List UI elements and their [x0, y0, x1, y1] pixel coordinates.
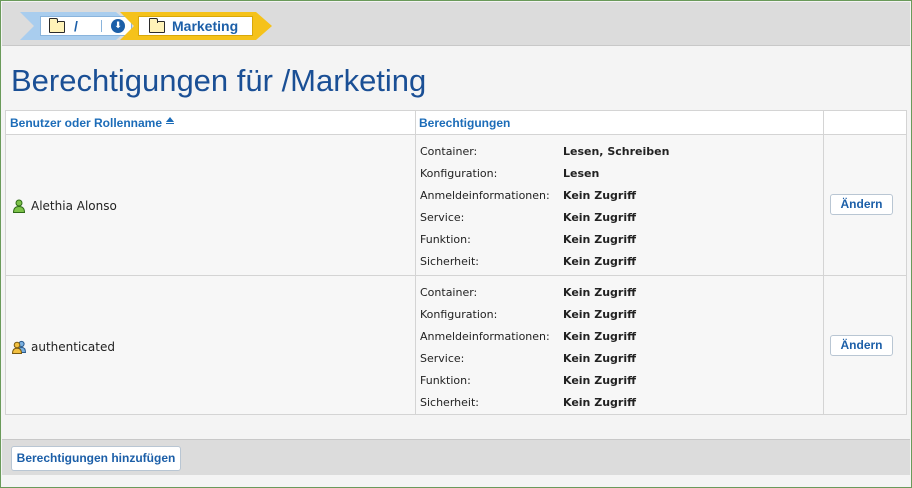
- permission-value: Kein Zugriff: [563, 352, 637, 365]
- permission-name: Service:: [420, 352, 465, 365]
- table-header: Benutzer oder Rollenname Berechtigungen: [6, 111, 906, 135]
- permission-value: Kein Zugriff: [563, 308, 637, 321]
- sort-asc-icon: [166, 117, 175, 125]
- permission-value: Kein Zugriff: [563, 211, 637, 224]
- permission-name: Service:: [420, 211, 465, 224]
- table-row: Alethia Alonso Container: Lesen, Schreib…: [6, 136, 906, 276]
- permission-name: Container:: [420, 145, 478, 158]
- folder-icon: [48, 18, 65, 33]
- column-header-permissions: Berechtigungen: [419, 116, 511, 130]
- page-title: Berechtigungen für /Marketing: [11, 63, 427, 98]
- change-button[interactable]: Ändern: [830, 194, 893, 215]
- group-icon: [12, 340, 26, 354]
- permission-name: Anmeldeinformationen:: [420, 330, 550, 343]
- breadcrumb-divider: [101, 20, 102, 32]
- permission-line: Service: Kein Zugriff: [420, 348, 820, 370]
- permission-line: Anmeldeinformationen: Kein Zugriff: [420, 326, 820, 348]
- permission-value: Kein Zugriff: [563, 286, 637, 299]
- folder-icon: [148, 18, 165, 33]
- add-permissions-button[interactable]: Berechtigungen hinzufügen: [11, 446, 181, 471]
- permission-line: Konfiguration: Kein Zugriff: [420, 304, 820, 326]
- permission-line: Funktion: Kein Zugriff: [420, 229, 820, 251]
- permission-name: Funktion:: [420, 233, 471, 246]
- permissions-table: Benutzer oder Rollenname Berechtigungen …: [5, 110, 907, 415]
- permission-value: Kein Zugriff: [563, 330, 637, 343]
- footer-bar: Berechtigungen hinzufügen: [2, 439, 910, 475]
- permission-line: Sicherheit: Kein Zugriff: [420, 251, 820, 273]
- permission-value: Lesen, Schreiben: [563, 145, 670, 158]
- permission-value: Kein Zugriff: [563, 374, 637, 387]
- permission-line: Konfiguration: Lesen: [420, 163, 820, 185]
- permission-line: Service: Kein Zugriff: [420, 207, 820, 229]
- breadcrumb-current-label[interactable]: Marketing: [172, 17, 238, 35]
- user-name: authenticated: [31, 340, 115, 354]
- breadcrumb-current-box[interactable]: Marketing: [138, 16, 253, 36]
- table-row: authenticated Container: Kein Zugriff Ko…: [6, 277, 906, 417]
- permission-name: Anmeldeinformationen:: [420, 189, 550, 202]
- breadcrumb-current[interactable]: Marketing: [120, 12, 272, 40]
- permission-name: Container:: [420, 286, 478, 299]
- permission-value: Kein Zugriff: [563, 233, 637, 246]
- column-header-user-label: Benutzer oder Rollenname: [10, 116, 163, 130]
- permission-name: Konfiguration:: [420, 167, 498, 180]
- column-header-user[interactable]: Benutzer oder Rollenname: [10, 111, 175, 135]
- permission-name: Sicherheit:: [420, 255, 479, 268]
- permission-value: Kein Zugriff: [563, 396, 637, 409]
- user-name: Alethia Alonso: [31, 199, 117, 213]
- permission-line: Container: Lesen, Schreiben: [420, 141, 820, 163]
- permission-line: Anmeldeinformationen: Kein Zugriff: [420, 185, 820, 207]
- permission-value: Kein Zugriff: [563, 255, 637, 268]
- breadcrumb-root-box[interactable]: / ⬇: [40, 16, 132, 36]
- permission-value: Lesen: [563, 167, 600, 180]
- breadcrumb-root[interactable]: / ⬇: [20, 12, 132, 40]
- permission-name: Konfiguration:: [420, 308, 498, 321]
- permission-name: Funktion:: [420, 374, 471, 387]
- breadcrumb: / ⬇ Marketing: [2, 2, 910, 46]
- permission-line: Container: Kein Zugriff: [420, 282, 820, 304]
- permission-line: Sicherheit: Kein Zugriff: [420, 392, 820, 414]
- app-window: / ⬇ Marketing Berechtigungen für /Market…: [0, 0, 912, 488]
- permission-name: Sicherheit:: [420, 396, 479, 409]
- permission-line: Funktion: Kein Zugriff: [420, 370, 820, 392]
- permission-value: Kein Zugriff: [563, 189, 637, 202]
- breadcrumb-root-label[interactable]: /: [74, 17, 78, 35]
- user-icon: [12, 199, 26, 213]
- change-button[interactable]: Ändern: [830, 335, 893, 356]
